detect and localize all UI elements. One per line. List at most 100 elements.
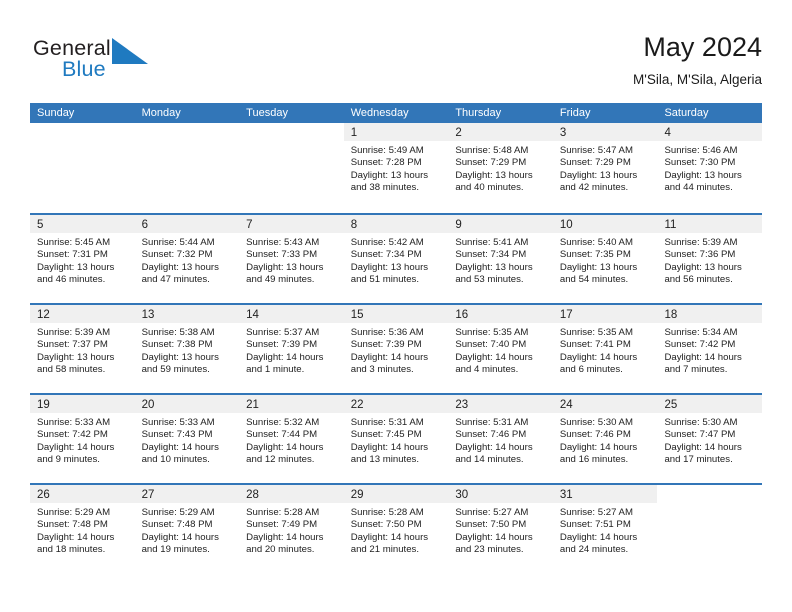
daylight-duration-line2: and 13 minutes. bbox=[350, 454, 420, 466]
calendar-day-cell[interactable]: 22 Sunrise: 5:31 AM Sunset: 7:45 PM Dayligh… bbox=[343, 395, 449, 483]
sunrise-time: Sunrise: 5:43 AM bbox=[246, 237, 320, 248]
daylight-duration-line2: and 1 minute. bbox=[246, 364, 305, 376]
weekday-header-monday: Monday bbox=[141, 107, 181, 119]
day-number-band: 30 bbox=[448, 485, 553, 503]
day-number: 12 bbox=[37, 309, 50, 321]
sunset-time: Sunset: 7:39 PM bbox=[350, 339, 422, 351]
sunset-time: Sunset: 7:48 PM bbox=[141, 519, 213, 531]
day-details: Sunrise: 5:31 AM Sunset: 7:45 PM Daylight:… bbox=[344, 413, 449, 467]
day-number: 14 bbox=[246, 309, 259, 321]
day-number: 13 bbox=[141, 309, 155, 321]
calendar-day-cell[interactable]: 8 Sunrise: 5:42 AM Sunset: 7:34 PM Daylight… bbox=[343, 215, 449, 303]
sunrise-time: Sunrise: 5:28 AM bbox=[350, 507, 424, 518]
calendar-day-cell[interactable]: 20 Sunrise: 5:33 AM Sunset: 7:43 PM Dayligh… bbox=[134, 395, 240, 483]
daylight-duration-line1: Daylight: 14 hours bbox=[37, 441, 115, 453]
sunrise-time: Sunrise: 5:33 AM bbox=[37, 417, 111, 428]
daylight-duration-line2: and 10 minutes. bbox=[141, 454, 210, 466]
calendar-day-cell[interactable]: 29 Sunrise: 5:28 AM Sunset: 7:50 PM Dayligh… bbox=[343, 485, 449, 573]
calendar-day-cell[interactable]: 9 Sunrise: 5:41 AM Sunset: 7:34 PM Daylight… bbox=[448, 215, 553, 303]
sunrise-time: Sunrise: 5:39 AM bbox=[664, 237, 738, 248]
daylight-duration-line1: Daylight: 13 hours bbox=[141, 351, 219, 363]
calendar-weeks: 1 Sunrise: 5:49 AM Sunset: 7:28 PM Daylight… bbox=[30, 123, 763, 573]
sunrise-time: Sunrise: 5:30 AM bbox=[559, 417, 633, 428]
sunset-time: Sunset: 7:50 PM bbox=[350, 519, 422, 531]
sunset-time: Sunset: 7:37 PM bbox=[37, 339, 108, 351]
daylight-duration-line1: Daylight: 14 hours bbox=[664, 351, 742, 363]
day-details: Sunrise: 5:46 AM Sunset: 7:30 PM Daylight:… bbox=[657, 141, 762, 195]
day-details: Sunrise: 5:38 AM Sunset: 7:38 PM Daylight:… bbox=[135, 323, 240, 377]
day-number: 11 bbox=[664, 219, 677, 231]
calendar-day-cell[interactable]: 11 Sunrise: 5:39 AM Sunset: 7:36 PM Dayligh… bbox=[657, 215, 763, 303]
weekday-header-saturday: Saturday bbox=[664, 107, 709, 119]
page-title: May 2024 bbox=[643, 32, 762, 62]
sunrise-time: Sunrise: 5:27 AM bbox=[455, 507, 529, 518]
calendar-day-cell[interactable]: 4 Sunrise: 5:46 AM Sunset: 7:30 PM Daylight… bbox=[657, 123, 763, 213]
calendar-day-cell[interactable]: 27 Sunrise: 5:29 AM Sunset: 7:48 PM Dayligh… bbox=[134, 485, 240, 573]
calendar-day-cell[interactable]: 31 Sunrise: 5:27 AM Sunset: 7:51 PM Dayligh… bbox=[552, 485, 658, 573]
sunset-time: Sunset: 7:47 PM bbox=[664, 429, 736, 441]
calendar-day-cell[interactable]: 26 Sunrise: 5:29 AM Sunset: 7:48 PM Dayligh… bbox=[30, 485, 135, 573]
day-number-band: 14 bbox=[239, 305, 344, 323]
calendar-day-cell[interactable]: 21 Sunrise: 5:32 AM Sunset: 7:44 PM Dayligh… bbox=[239, 395, 344, 483]
day-number: 8 bbox=[350, 219, 358, 231]
calendar-day-cell[interactable]: 7 Sunrise: 5:43 AM Sunset: 7:33 PM Daylight… bbox=[239, 215, 344, 303]
daylight-duration-line1: Daylight: 14 hours bbox=[559, 531, 638, 543]
sunrise-time: Sunrise: 5:39 AM bbox=[37, 327, 111, 338]
day-number: 26 bbox=[37, 489, 50, 501]
sunset-time: Sunset: 7:42 PM bbox=[664, 339, 736, 351]
day-number-band: 19 bbox=[30, 395, 135, 413]
day-number: 21 bbox=[246, 399, 259, 411]
day-number-band: 10 bbox=[552, 215, 658, 233]
calendar-day-cell[interactable]: 24 Sunrise: 5:30 AM Sunset: 7:46 PM Dayligh… bbox=[552, 395, 658, 483]
calendar-day-cell[interactable]: 16 Sunrise: 5:35 AM Sunset: 7:40 PM Dayligh… bbox=[448, 305, 553, 393]
daylight-duration-line2: and 17 minutes. bbox=[664, 454, 733, 466]
calendar-day-cell[interactable]: 3 Sunrise: 5:47 AM Sunset: 7:29 PM Daylight… bbox=[552, 123, 658, 213]
daylight-duration-line2: and 16 minutes. bbox=[559, 454, 629, 466]
calendar-day-cell[interactable]: 5 Sunrise: 5:45 AM Sunset: 7:31 PM Daylight… bbox=[30, 215, 135, 303]
day-details: Sunrise: 5:39 AM Sunset: 7:36 PM Daylight:… bbox=[657, 233, 762, 287]
day-number: 15 bbox=[350, 309, 364, 321]
daylight-duration-line2: and 3 minutes. bbox=[350, 364, 414, 376]
calendar-day-cell[interactable]: 30 Sunrise: 5:27 AM Sunset: 7:50 PM Dayligh… bbox=[448, 485, 553, 573]
calendar-day-cell[interactable]: 13 Sunrise: 5:38 AM Sunset: 7:38 PM Dayligh… bbox=[134, 305, 240, 393]
sunrise-time: Sunrise: 5:30 AM bbox=[664, 417, 738, 428]
generalblue-logo[interactable]: General Blue bbox=[33, 36, 273, 86]
daylight-duration-line1: Daylight: 14 hours bbox=[141, 441, 219, 453]
sunset-time: Sunset: 7:43 PM bbox=[141, 429, 213, 441]
daylight-duration-line1: Daylight: 14 hours bbox=[559, 351, 638, 363]
sunrise-time: Sunrise: 5:35 AM bbox=[455, 327, 529, 338]
daylight-duration-line2: and 44 minutes. bbox=[664, 182, 733, 194]
day-number-band: 3 bbox=[552, 123, 658, 141]
daylight-duration-line2: and 47 minutes. bbox=[141, 274, 210, 286]
daylight-duration-line2: and 23 minutes. bbox=[455, 544, 524, 556]
day-number: 3 bbox=[559, 127, 567, 139]
calendar-day-cell[interactable]: 19 Sunrise: 5:33 AM Sunset: 7:42 PM Dayligh… bbox=[30, 395, 135, 483]
calendar-day-cell[interactable]: 6 Sunrise: 5:44 AM Sunset: 7:32 PM Daylight… bbox=[134, 215, 240, 303]
daylight-duration-line2: and 49 minutes. bbox=[246, 274, 315, 286]
calendar-day-cell[interactable]: 15 Sunrise: 5:36 AM Sunset: 7:39 PM Dayligh… bbox=[343, 305, 449, 393]
calendar-day-cell[interactable]: 25 Sunrise: 5:30 AM Sunset: 7:47 PM Dayligh… bbox=[657, 395, 763, 483]
calendar-day-cell[interactable]: 14 Sunrise: 5:37 AM Sunset: 7:39 PM Dayligh… bbox=[239, 305, 344, 393]
daylight-duration-line1: Daylight: 14 hours bbox=[246, 531, 324, 543]
daylight-duration-line1: Daylight: 13 hours bbox=[559, 169, 638, 181]
calendar-day-cell[interactable]: 1 Sunrise: 5:49 AM Sunset: 7:28 PM Daylight… bbox=[343, 123, 449, 213]
calendar-day-cell[interactable]: 28 Sunrise: 5:28 AM Sunset: 7:49 PM Dayligh… bbox=[239, 485, 344, 573]
calendar-day-cell[interactable]: 17 Sunrise: 5:35 AM Sunset: 7:41 PM Dayligh… bbox=[552, 305, 658, 393]
day-number: 7 bbox=[246, 219, 253, 231]
day-details: Sunrise: 5:33 AM Sunset: 7:42 PM Daylight:… bbox=[30, 413, 135, 467]
calendar-day-cell[interactable]: 10 Sunrise: 5:40 AM Sunset: 7:35 PM Dayligh… bbox=[552, 215, 658, 303]
calendar-day-cell[interactable]: 2 Sunrise: 5:48 AM Sunset: 7:29 PM Daylight… bbox=[448, 123, 553, 213]
calendar-day-cell[interactable]: 12 Sunrise: 5:39 AM Sunset: 7:37 PM Dayligh… bbox=[30, 305, 135, 393]
calendar-day-cell[interactable]: 18 Sunrise: 5:34 AM Sunset: 7:42 PM Dayligh… bbox=[657, 305, 763, 393]
sunrise-time: Sunrise: 5:27 AM bbox=[559, 507, 633, 518]
day-details: Sunrise: 5:27 AM Sunset: 7:51 PM Daylight:… bbox=[553, 503, 658, 557]
sunrise-time: Sunrise: 5:40 AM bbox=[559, 237, 633, 248]
day-number: 5 bbox=[37, 219, 44, 231]
calendar-empty-cell bbox=[135, 123, 240, 213]
day-number: 10 bbox=[559, 219, 573, 231]
sunset-time: Sunset: 7:29 PM bbox=[559, 157, 631, 169]
calendar-day-cell[interactable]: 23 Sunrise: 5:31 AM Sunset: 7:46 PM Dayligh… bbox=[448, 395, 553, 483]
day-number: 30 bbox=[455, 489, 469, 501]
calendar-grid: Sunday Monday Tuesday Wednesday Thursday… bbox=[30, 103, 763, 573]
day-number: 27 bbox=[141, 489, 155, 501]
